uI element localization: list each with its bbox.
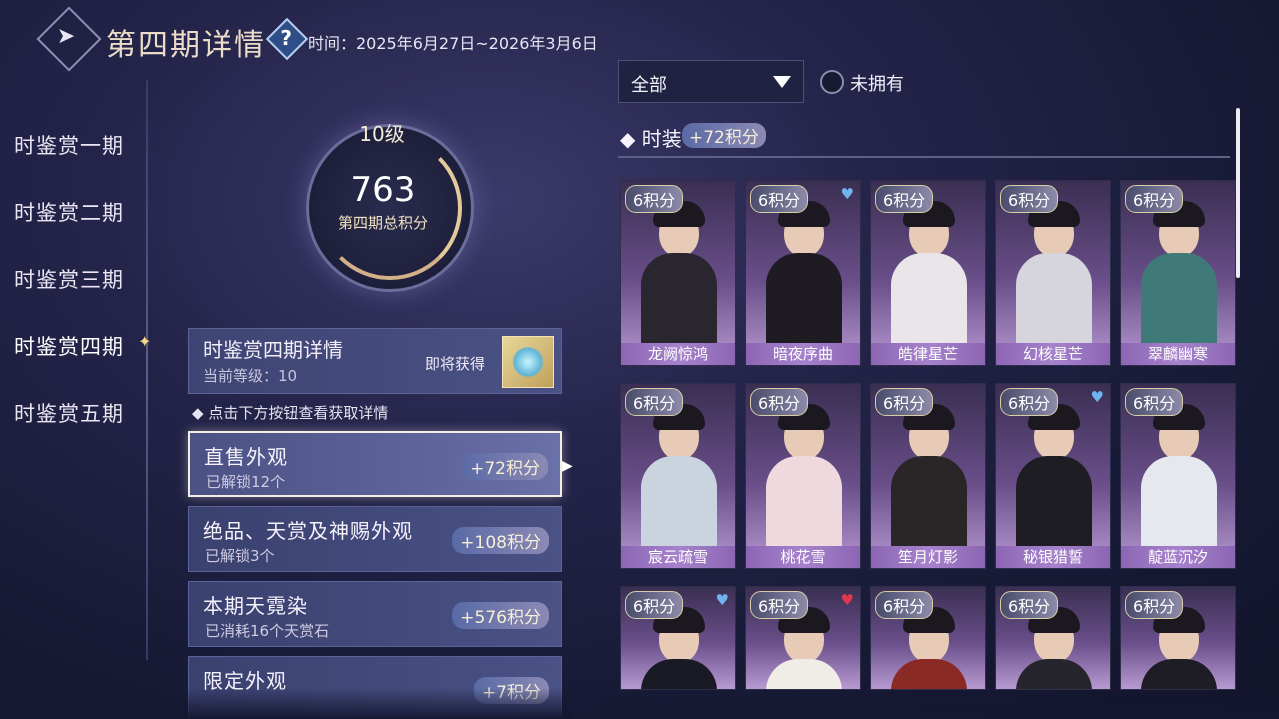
heart-icon: ♥	[840, 591, 854, 609]
outfit-name: 翠麟幽寒	[1121, 343, 1235, 365]
hint-text: ◆ 点击下方按钮查看获取详情	[192, 404, 389, 422]
outfit-card[interactable]: 6积分	[995, 586, 1111, 690]
points-badge: 6积分	[750, 388, 809, 416]
points-badge: 6积分	[1125, 388, 1184, 416]
grid-fade	[600, 690, 1279, 719]
reward-item-icon[interactable]	[502, 336, 554, 388]
points-badge: 6积分	[625, 388, 684, 416]
active-indicator-icon: ✦	[138, 332, 152, 351]
outfit-card[interactable]: 6积分皓律星芒	[870, 180, 986, 366]
nav-item-period-1[interactable]: 时鉴赏一期	[14, 130, 144, 160]
outfit-card[interactable]: 6积分宸云疏雪	[620, 383, 736, 569]
outfit-name: 靛蓝沉汐	[1121, 546, 1235, 568]
heart-icon: ♥	[715, 591, 729, 609]
outfit-card[interactable]: 6积分笙月灯影	[870, 383, 986, 569]
nav-item-period-4[interactable]: 时鉴赏四期	[14, 331, 144, 361]
selected-arrow-icon: ▶	[562, 458, 573, 474]
level-label: 10级	[359, 122, 405, 146]
total-score-label: 第四期总积分	[337, 214, 428, 232]
points-badge: 6积分	[750, 591, 809, 619]
points-badge: 6积分	[750, 185, 809, 213]
section-title: ◆ 时装	[620, 127, 682, 151]
outfit-name: 皓律星芒	[871, 343, 985, 365]
outfit-card[interactable]: 6积分幻核星芒	[995, 180, 1111, 366]
outfit-card[interactable]: 6积分 ♥	[620, 586, 736, 690]
current-level: 当前等级：10	[203, 367, 298, 385]
outfit-name: 笙月灯影	[871, 546, 985, 568]
outfit-card[interactable]: 6积分翠麟幽寒	[1120, 180, 1236, 366]
outfit-name: 宸云疏雪	[621, 546, 735, 568]
filter-dropdown[interactable]: 全部	[618, 60, 804, 103]
outfit-card[interactable]: 6积分靛蓝沉汐	[1120, 383, 1236, 569]
nav-item-period-3[interactable]: 时鉴赏三期	[14, 264, 144, 294]
outfit-name: 幻核星芒	[996, 343, 1110, 365]
section-divider	[618, 156, 1230, 158]
points-badge: 6积分	[875, 591, 934, 619]
outfit-name: 暗夜序曲	[746, 343, 860, 365]
points-badge: 6积分	[1000, 591, 1059, 619]
section-points: +72积分	[682, 123, 766, 148]
event-time: 时间：2025年6月27日~2026年3月6日	[308, 34, 598, 53]
heart-icon: ♥	[1090, 388, 1104, 406]
nav-divider	[146, 80, 148, 660]
outfit-card[interactable]: 6积分 ♥ 秘银猎誓	[995, 383, 1111, 569]
outfit-card[interactable]: 6积分	[870, 586, 986, 690]
period-detail-title: 时鉴赏四期详情	[203, 338, 343, 362]
back-button[interactable]: ➤	[36, 6, 102, 72]
points-badge: 6积分	[1125, 185, 1184, 213]
nav-item-period-2[interactable]: 时鉴赏二期	[14, 197, 144, 227]
outfit-card[interactable]: 6积分	[1120, 586, 1236, 690]
back-arrow-icon: ➤	[56, 24, 76, 50]
points-badge: 6积分	[1000, 185, 1059, 213]
nav-item-period-5[interactable]: 时鉴赏五期	[14, 398, 144, 428]
help-button[interactable]: ?	[265, 17, 309, 61]
category-dye[interactable]: 本期天霓染 已消耗16个天赏石 +576积分	[188, 581, 562, 647]
points-badge: +108积分	[452, 527, 549, 554]
points-badge: 6积分	[875, 388, 934, 416]
outfit-name: 秘银猎誓	[996, 546, 1110, 568]
scrollbar[interactable]	[1236, 108, 1240, 278]
unowned-label: 未拥有	[850, 74, 904, 95]
upcoming-reward-label: 即将获得	[425, 355, 486, 373]
outfit-name: 桃花雪	[746, 546, 860, 568]
points-badge: 6积分	[875, 185, 934, 213]
dropdown-arrow-icon	[773, 76, 791, 88]
category-premium[interactable]: 绝品、天赏及神赐外观 已解锁3个 +108积分	[188, 506, 562, 572]
points-badge: +72积分	[462, 453, 548, 480]
category-direct-sale[interactable]: 直售外观 已解锁12个 +72积分	[188, 431, 562, 497]
heart-icon: ♥	[840, 185, 854, 203]
page-title: 第四期详情	[106, 28, 266, 63]
points-badge: +576积分	[452, 602, 549, 629]
outfit-card[interactable]: 6积分 ♥	[745, 586, 861, 690]
unowned-radio[interactable]	[820, 70, 844, 94]
outfit-name: 龙阙惊鸿	[621, 343, 735, 365]
outfit-card[interactable]: 6积分龙阙惊鸿	[620, 180, 736, 366]
question-icon: ?	[280, 26, 292, 51]
outfit-card[interactable]: 6积分桃花雪	[745, 383, 861, 569]
total-score: 763	[350, 170, 416, 210]
points-badge: 6积分	[1000, 388, 1059, 416]
outfit-card[interactable]: 6积分 ♥ 暗夜序曲	[745, 180, 861, 366]
points-badge: 6积分	[625, 591, 684, 619]
points-badge: 6积分	[625, 185, 684, 213]
list-fade	[180, 688, 570, 719]
points-badge: 6积分	[1125, 591, 1184, 619]
